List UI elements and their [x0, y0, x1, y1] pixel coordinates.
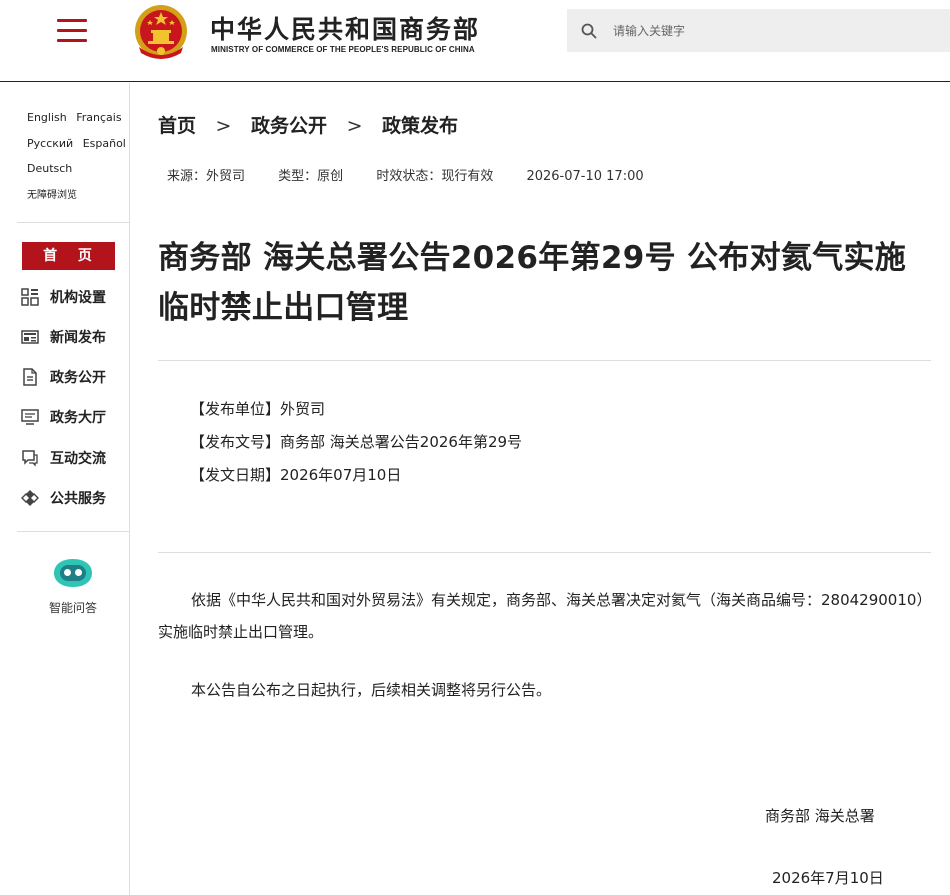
ai-assistant-button[interactable]: 智能问答: [17, 553, 129, 623]
menu-icon[interactable]: [57, 19, 87, 43]
divider: [158, 360, 931, 361]
meta-datetime: 2026-07-10 17:00: [526, 169, 644, 184]
doc-date-line: 【发文日期】2026年07月10日: [190, 466, 402, 484]
article-paragraph: 依据《中华人民共和国对外贸易法》有关规定，商务部、海关总署决定对氦气（海关商品编…: [158, 591, 932, 641]
robot-icon: [54, 559, 92, 587]
monitor-icon: [21, 409, 39, 425]
news-icon: [21, 330, 39, 344]
sidebar-item-service-hall[interactable]: 政务大厅: [21, 405, 129, 429]
sidebar-item-label: 政务大厅: [50, 410, 106, 426]
language-links: English Français Русский Español Deutsch…: [27, 105, 127, 208]
search-icon[interactable]: [581, 23, 597, 39]
ai-assistant-label: 智能问答: [48, 601, 97, 615]
lang-english-link[interactable]: English: [27, 111, 67, 124]
signature-date: 2026年7月10日: [772, 869, 884, 887]
sidebar-item-government-affairs[interactable]: 政务公开: [21, 365, 129, 389]
sidebar-item-public-service[interactable]: 公共服务: [21, 486, 129, 510]
divider: [17, 531, 129, 532]
site-title[interactable]: 中华人民共和国商务部: [210, 10, 480, 46]
page-title: 商务部 海关总署公告2026年第29号 公布对氦气实施临时禁止出口管理: [158, 240, 907, 326]
meta-status: 时效状态：现行有效: [376, 169, 494, 184]
article-paragraph: 本公告自公布之日起执行，后续相关调整将另行公告。: [191, 681, 552, 699]
chat-icon: [22, 450, 38, 467]
org-structure-icon: [21, 288, 39, 306]
chevron-right-icon: >: [346, 115, 363, 137]
breadcrumb-home[interactable]: 首页: [158, 115, 196, 137]
breadcrumb-policy-release[interactable]: 政策发布: [382, 115, 458, 137]
sidebar-item-organization[interactable]: 机构设置: [21, 285, 129, 309]
national-emblem-icon[interactable]: [133, 3, 189, 61]
signature-organization: 商务部 海关总署: [765, 807, 875, 825]
sidebar-item-label: 机构设置: [50, 290, 106, 306]
sidebar-item-label: 新闻发布: [50, 330, 106, 346]
document-info: 【发布单位】外贸司 【发布文号】商务部 海关总署公告2026年第29号 【发文日…: [190, 393, 522, 492]
site-header: 中华人民共和国商务部 MINISTRY OF COMMERCE OF THE P…: [0, 0, 950, 82]
chevron-right-icon: >: [215, 115, 232, 137]
meta-source: 来源：外贸司: [167, 169, 246, 184]
issuer-line: 【发布单位】外贸司: [190, 400, 326, 418]
divider: [158, 552, 931, 553]
document-icon: [23, 368, 37, 386]
breadcrumb: 首页 > 政务公开 > 政策发布: [158, 111, 458, 138]
lang-french-link[interactable]: Français: [76, 111, 121, 124]
sidebar-item-label: 互动交流: [50, 451, 106, 467]
sidebar-item-interaction[interactable]: 互动交流: [21, 446, 129, 470]
lang-german-link[interactable]: Deutsch: [27, 162, 72, 175]
accessibility-link[interactable]: 无障碍浏览: [27, 190, 77, 201]
sidebar-item-news[interactable]: 新闻发布: [21, 325, 129, 349]
lang-russian-link[interactable]: Русский: [27, 137, 73, 150]
sidebar: English Français Русский Español Deutsch…: [17, 83, 130, 895]
meta-type: 类型：原创: [278, 169, 344, 184]
sidebar-item-label: 公共服务: [50, 491, 106, 507]
sidebar-item-label: 政务公开: [50, 370, 106, 386]
site-title-english: MINISTRY OF COMMERCE OF THE PEOPLE'S REP…: [211, 45, 475, 54]
article-meta: 来源：外贸司 类型：原创 时效状态：现行有效 2026-07-10 17:00: [167, 165, 644, 184]
sidebar-item-home[interactable]: 首 页: [22, 242, 115, 270]
article-body: 依据《中华人民共和国对外贸易法》有关规定，商务部、海关总署决定对氦气（海关商品编…: [158, 584, 933, 732]
breadcrumb-government-affairs[interactable]: 政务公开: [251, 115, 327, 137]
divider: [17, 222, 129, 223]
search-input[interactable]: [613, 9, 933, 52]
lang-spanish-link[interactable]: Español: [83, 137, 126, 150]
doc-number-line: 【发布文号】商务部 海关总署公告2026年第29号: [190, 433, 523, 451]
service-icon: [21, 490, 39, 506]
search-box: [567, 9, 950, 52]
